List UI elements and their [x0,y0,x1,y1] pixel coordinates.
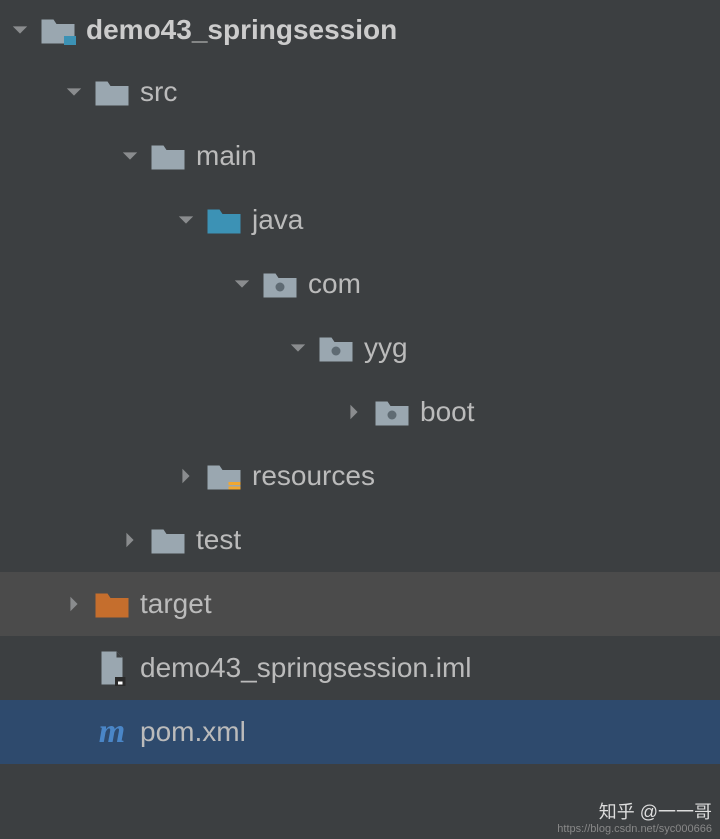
excluded-folder-icon [94,586,130,622]
tree-label: resources [252,460,375,492]
package-folder-icon [374,394,410,430]
maven-file-icon: m [94,714,130,750]
folder-icon [150,522,186,558]
chevron-down-icon[interactable] [120,146,140,166]
tree-label: main [196,140,257,172]
tree-item-com[interactable]: com [0,252,720,316]
package-folder-icon [318,330,354,366]
package-folder-icon [262,266,298,302]
tree-label: yyg [364,332,408,364]
tree-label: java [252,204,303,236]
tree-label: target [140,588,212,620]
watermark-csdn: https://blog.csdn.net/syc000666 [557,823,712,835]
chevron-down-icon[interactable] [176,210,196,230]
file-icon [94,650,130,686]
watermark: 知乎 @一一哥 https://blog.csdn.net/syc000666 [557,803,712,835]
tree-item-target[interactable]: target [0,572,720,636]
tree-label: src [140,76,177,108]
source-folder-icon [206,202,242,238]
chevron-right-icon[interactable] [176,466,196,486]
tree-item-test[interactable]: test [0,508,720,572]
tree-item-root[interactable]: demo43_springsession [0,0,720,60]
tree-item-pom[interactable]: m pom.xml [0,700,720,764]
tree-label: pom.xml [140,716,246,748]
watermark-zhihu: 知乎 @一一哥 [557,803,712,823]
folder-icon [94,74,130,110]
tree-item-main[interactable]: main [0,124,720,188]
tree-label: boot [420,396,475,428]
tree-item-yyg[interactable]: yyg [0,316,720,380]
chevron-down-icon[interactable] [232,274,252,294]
folder-icon [150,138,186,174]
tree-label: test [196,524,241,556]
tree-item-boot[interactable]: boot [0,380,720,444]
chevron-down-icon[interactable] [64,82,84,102]
chevron-right-icon[interactable] [344,402,364,422]
tree-label: demo43_springsession.iml [140,652,472,684]
module-folder-icon [40,12,76,48]
tree-item-src[interactable]: src [0,60,720,124]
chevron-down-icon[interactable] [10,20,30,40]
chevron-down-icon[interactable] [288,338,308,358]
chevron-right-icon[interactable] [120,530,140,550]
resources-folder-icon [206,458,242,494]
tree-label: demo43_springsession [86,14,397,46]
tree-item-java[interactable]: java [0,188,720,252]
tree-label: com [308,268,361,300]
tree-item-iml[interactable]: demo43_springsession.iml [0,636,720,700]
chevron-right-icon[interactable] [64,594,84,614]
tree-item-resources[interactable]: resources [0,444,720,508]
